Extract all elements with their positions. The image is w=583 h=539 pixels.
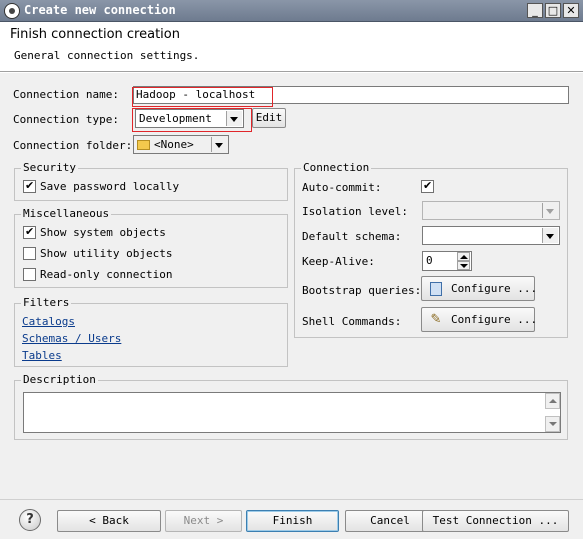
spin-up-icon[interactable]: [457, 252, 470, 261]
chevron-down-icon: [211, 137, 227, 152]
default-schema-select[interactable]: [422, 226, 560, 245]
description-textarea[interactable]: [23, 392, 561, 433]
keep-alive-spinner[interactable]: 0: [422, 251, 472, 271]
wizard-footer: ? < Back Next > Finish Cancel Test Conne…: [0, 499, 583, 539]
show-utility-objects-label: Show utility objects: [40, 247, 173, 260]
dbeaver-app-icon: [4, 3, 20, 19]
wizard-header: Finish connection creation General conne…: [0, 22, 583, 72]
security-legend: Security: [21, 161, 78, 174]
connection-folder-label: Connection folder:: [13, 139, 133, 152]
chevron-down-icon: [542, 228, 558, 243]
finish-button[interactable]: Finish: [246, 510, 339, 532]
save-password-checkbox[interactable]: [23, 179, 36, 193]
keep-alive-value: 0: [426, 254, 433, 267]
bootstrap-configure-label: Configure ...: [451, 282, 538, 295]
show-system-objects-label: Show system objects: [40, 226, 166, 239]
shell-commands-label: Shell Commands:: [302, 315, 402, 328]
description-legend: Description: [21, 373, 98, 386]
back-button[interactable]: < Back: [57, 510, 161, 532]
title-bar: Create new connection _ □ ✕: [0, 0, 583, 22]
filters-group: Filters Catalogs Schemas / Users Tables: [14, 296, 288, 367]
page-title: Finish connection creation: [10, 27, 180, 42]
connection-legend: Connection: [301, 161, 372, 174]
maximize-button[interactable]: □: [545, 3, 561, 18]
show-system-objects-checkbox[interactable]: [23, 225, 36, 239]
bootstrap-configure-button[interactable]: Configure ...: [421, 276, 538, 301]
security-group: Security Save password locally: [14, 161, 288, 201]
shell-configure-button[interactable]: ✎ Configure ...: [421, 307, 538, 332]
read-only-connection-label: Read-only connection: [40, 268, 173, 281]
miscellaneous-legend: Miscellaneous: [21, 207, 112, 220]
window-title: Create new connection: [24, 3, 176, 17]
auto-commit-checkbox[interactable]: [421, 179, 434, 193]
wizard-body: Connection name: Hadoop - localhost Conn…: [0, 73, 583, 499]
description-group: Description: [14, 373, 568, 440]
test-connection-button[interactable]: Test Connection ...: [422, 510, 569, 532]
shell-commands-icon: ✎: [430, 312, 442, 327]
connection-name-label: Connection name:: [13, 88, 119, 101]
next-button[interactable]: Next >: [165, 510, 242, 532]
catalogs-link[interactable]: Catalogs: [22, 315, 75, 328]
connection-folder-select[interactable]: <None>: [133, 135, 229, 154]
minimize-button[interactable]: _: [527, 3, 543, 18]
connection-folder-value: <None>: [154, 138, 194, 151]
save-password-label: Save password locally: [40, 180, 180, 193]
filters-legend: Filters: [21, 296, 72, 309]
scroll-down-icon[interactable]: [545, 416, 560, 432]
miscellaneous-group: Miscellaneous Show system objects Show u…: [14, 207, 288, 288]
chevron-down-icon: [542, 203, 558, 218]
schemas-users-link[interactable]: Schemas / Users: [22, 332, 121, 345]
document-icon: [430, 282, 442, 296]
page-subtitle: General connection settings.: [14, 49, 200, 62]
edit-button[interactable]: Edit: [252, 108, 286, 128]
highlight-box: [132, 108, 252, 132]
keep-alive-label: Keep-Alive:: [302, 255, 375, 268]
isolation-level-label: Isolation level:: [302, 205, 408, 218]
scroll-up-icon[interactable]: [545, 393, 560, 409]
auto-commit-label: Auto-commit:: [302, 181, 382, 194]
default-schema-label: Default schema:: [302, 230, 402, 243]
bootstrap-queries-label: Bootstrap queries:: [302, 284, 422, 297]
connection-type-label: Connection type:: [13, 113, 119, 126]
spin-down-icon[interactable]: [457, 261, 470, 270]
shell-configure-label: Configure ...: [451, 313, 538, 326]
tables-link[interactable]: Tables: [22, 349, 62, 362]
help-icon[interactable]: ?: [19, 509, 41, 531]
highlight-box: [132, 87, 273, 107]
folder-icon: [137, 140, 150, 150]
isolation-level-select[interactable]: [422, 201, 560, 220]
close-button[interactable]: ✕: [563, 3, 579, 18]
connection-group: Connection Auto-commit: Isolation level:…: [294, 161, 568, 338]
show-utility-objects-checkbox[interactable]: [23, 247, 36, 260]
read-only-connection-checkbox[interactable]: [23, 268, 36, 281]
